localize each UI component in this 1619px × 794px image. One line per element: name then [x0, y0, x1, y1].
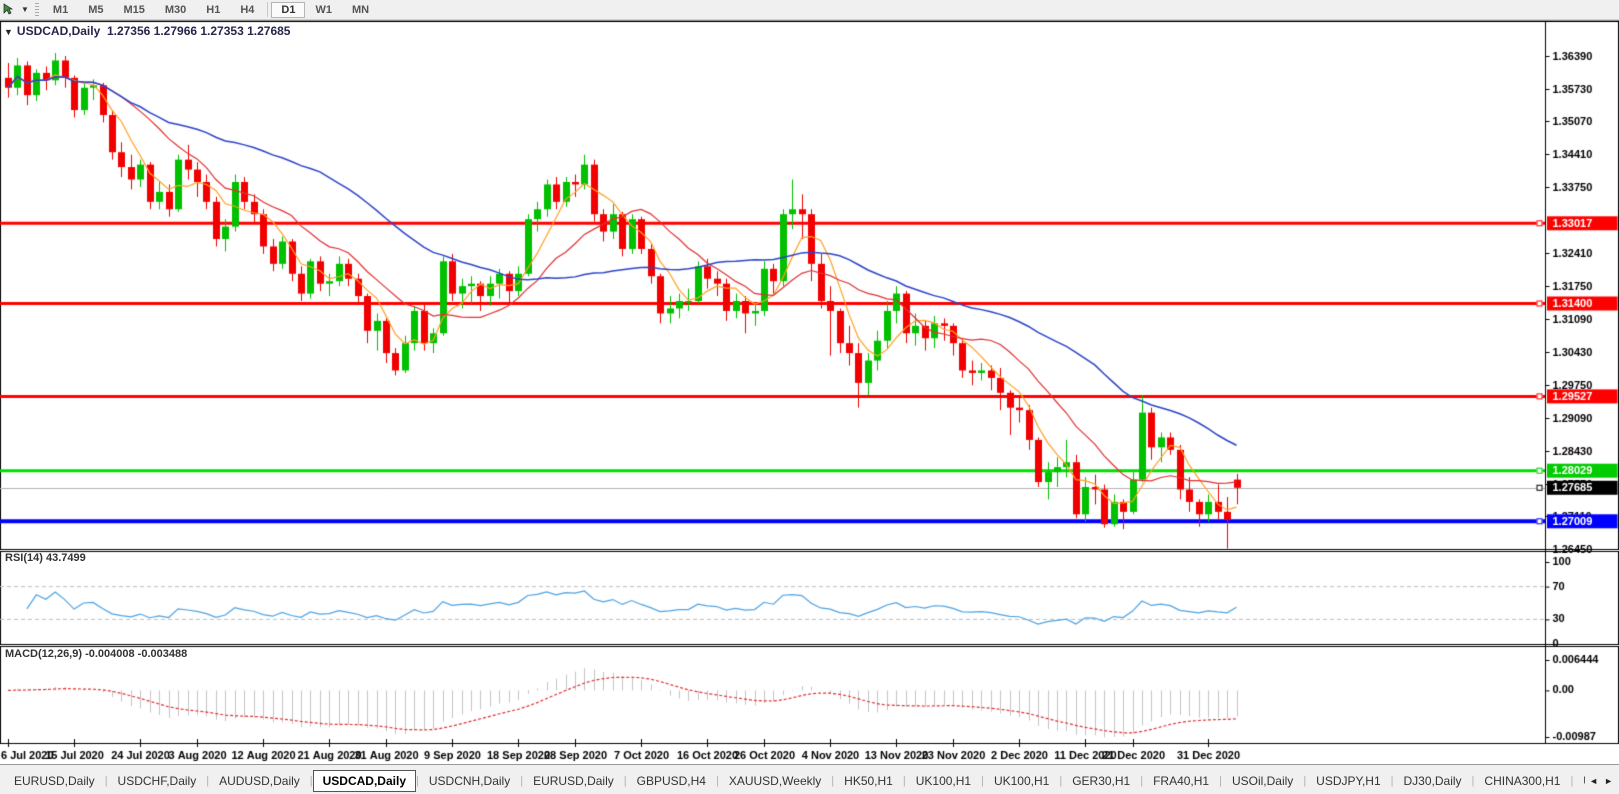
date-axis[interactable]: [0, 743, 1545, 764]
tf-button-M5[interactable]: M5: [78, 2, 113, 18]
tab-USOil-Daily[interactable]: USOil,Daily: [1222, 770, 1303, 792]
tab-EURUSD-Daily[interactable]: EURUSD,Daily: [4, 770, 105, 792]
tf-button-M15[interactable]: M15: [113, 2, 154, 18]
price-axis[interactable]: [1545, 21, 1619, 743]
tab-FRA40-H1[interactable]: FRA40,H1: [1143, 770, 1219, 792]
tab-DJ30-Daily[interactable]: DJ30,Daily: [1394, 770, 1472, 792]
tab-GER30-H1[interactable]: GER30,H1: [1062, 770, 1140, 792]
tab-CHINA300-H1[interactable]: CHINA300,H1: [1474, 770, 1570, 792]
cursor-dropdown-caret-icon[interactable]: ▼: [17, 5, 33, 14]
chart-tab-bar: EURUSD,Daily|USDCHF,Daily|AUDUSD,Daily|U…: [0, 764, 1619, 794]
toolbar-grip-handle[interactable]: [35, 3, 39, 17]
tab-GBPUSD-H4[interactable]: GBPUSD,H4: [627, 770, 716, 792]
tab-UK100-H1[interactable]: UK100,H1: [984, 770, 1059, 792]
toolbar-separator: [267, 2, 268, 17]
tab-HK50-H1[interactable]: HK50,H1: [834, 770, 903, 792]
tab-USDCAD-Daily[interactable]: USDCAD,Daily: [313, 770, 416, 792]
tab-scroll-right-icon[interactable]: ►: [1604, 776, 1613, 786]
chart-window: ▼USDCAD,Daily 1.27356 1.27966 1.27353 1.…: [0, 20, 1619, 764]
tf-button-MN[interactable]: MN: [342, 2, 379, 18]
tab-USDCHF-Daily[interactable]: USDCHF,Daily: [108, 770, 207, 792]
tf-button-W1[interactable]: W1: [305, 2, 342, 18]
chart-canvas[interactable]: [0, 21, 1619, 764]
tab-UK100-H1[interactable]: UK100,H1: [906, 770, 981, 792]
tab-scroll-arrows: ◄ ►: [1585, 765, 1617, 794]
tab-USDCNH-Daily[interactable]: USDCNH,Daily: [419, 770, 520, 792]
tab-XAUUSD-Weekly[interactable]: XAUUSD,Weekly: [719, 770, 831, 792]
tf-button-M1[interactable]: M1: [43, 2, 78, 18]
tf-button-H4[interactable]: H4: [230, 2, 264, 18]
tf-button-D1[interactable]: D1: [271, 2, 305, 18]
tab-AUDUSD-Daily[interactable]: AUDUSD,Daily: [209, 770, 310, 792]
timeframe-toolbar: ▼ M1M5M15M30H1H4 D1W1MN: [0, 0, 1619, 20]
tf-button-H1[interactable]: H1: [196, 2, 230, 18]
tf-button-M30[interactable]: M30: [155, 2, 196, 18]
chart-cursor-icon[interactable]: [0, 3, 17, 16]
tab-EURUSD-Daily[interactable]: EURUSD,Daily: [523, 770, 624, 792]
tab-USDJPY-H1[interactable]: USDJPY,H1: [1306, 770, 1390, 792]
tab-scroll-left-icon[interactable]: ◄: [1589, 776, 1598, 786]
